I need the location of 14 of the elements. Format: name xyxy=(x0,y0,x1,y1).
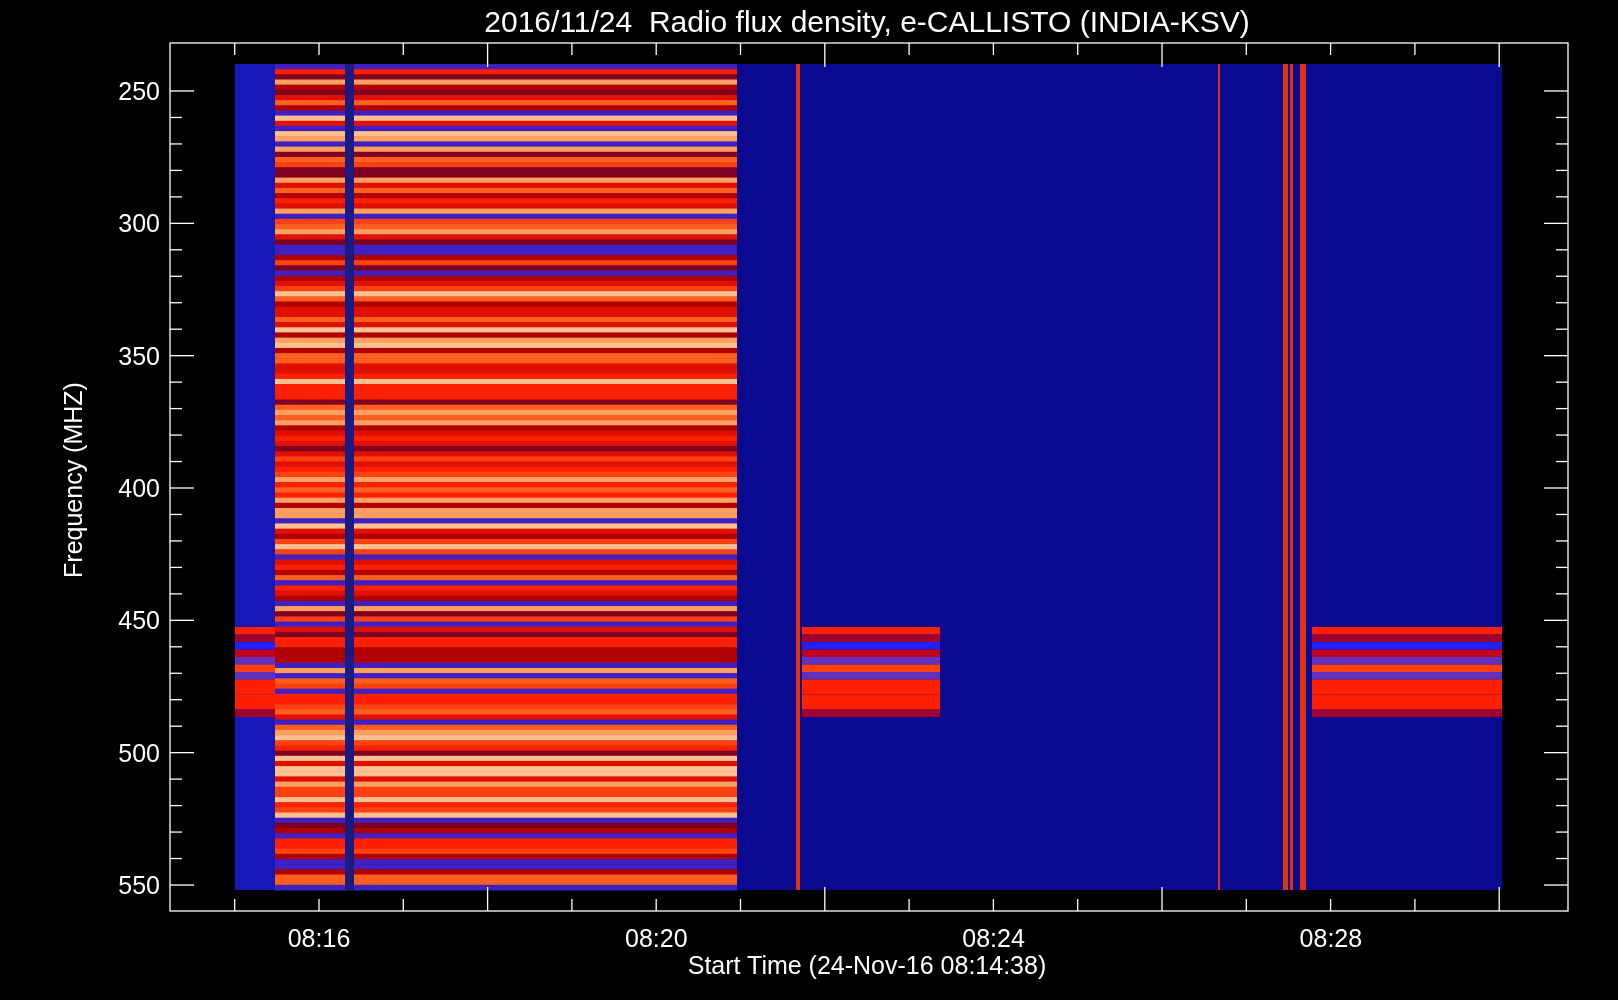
y-tick-label: 500 xyxy=(118,738,160,767)
y-tick-label: 250 xyxy=(118,77,160,105)
y-axis-label: Frequency (MHZ) xyxy=(59,382,87,578)
y-tick-label: 350 xyxy=(118,341,160,370)
x-tick-label: 08:20 xyxy=(625,924,688,952)
plot-title: 2016/11/24 Radio flux density, e-CALLISTO (INDIA-KSV) xyxy=(484,5,1250,38)
x-axis-label: Start Time (24-Nov-16 08:14:38) xyxy=(687,951,1047,979)
x-tick-label: 08:16 xyxy=(287,924,351,952)
y-tick-label: 300 xyxy=(118,209,160,238)
y-tick-label: 550 xyxy=(118,871,160,899)
x-tick-label: 08:24 xyxy=(962,924,1025,952)
y-tick-label: 400 xyxy=(118,474,160,502)
x-tick-label: 08:28 xyxy=(1299,924,1363,952)
y-tick-label: 450 xyxy=(118,606,160,635)
